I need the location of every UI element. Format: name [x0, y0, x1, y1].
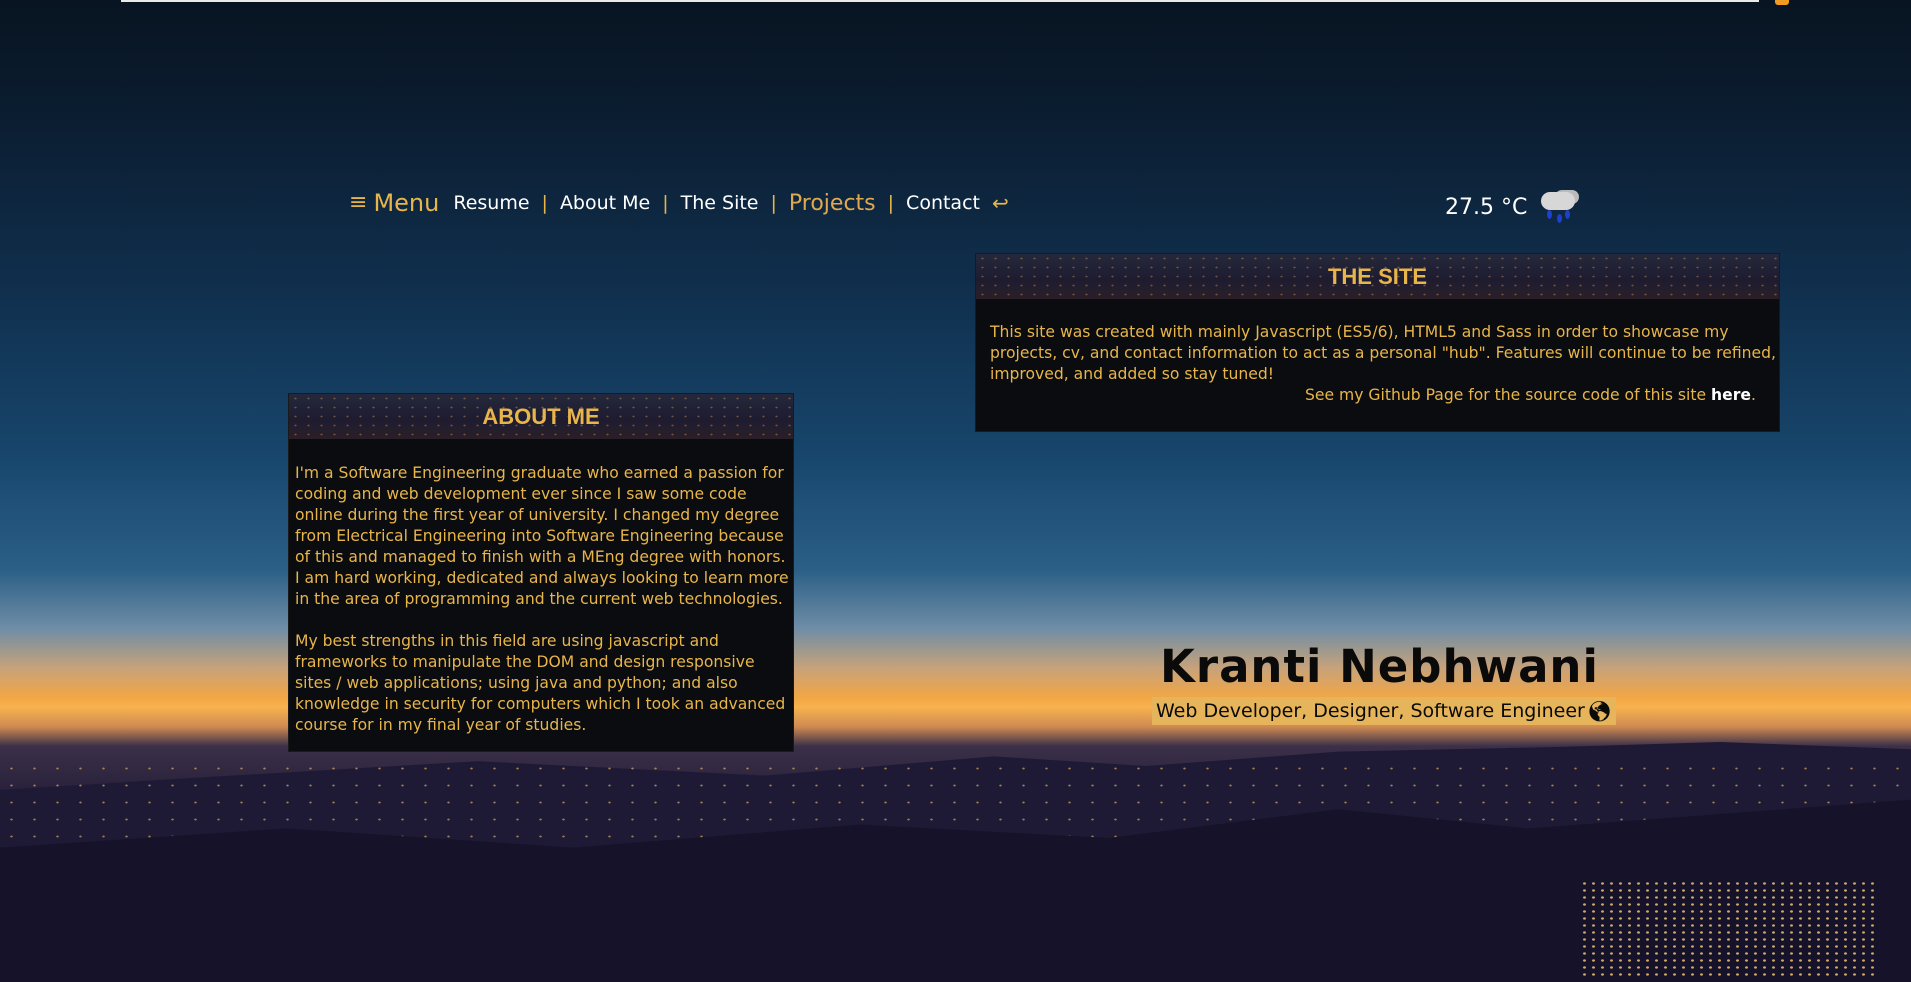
browser-top-bar	[121, 0, 1759, 2]
about-paragraph: My best strengths in this field are usin…	[295, 632, 786, 734]
about-me-header: ABOUT ME	[289, 394, 793, 439]
nav-separator: |	[662, 192, 669, 214]
site-description: This site was created with mainly Javasc…	[990, 323, 1776, 383]
return-arrow-icon[interactable]: ↩	[992, 191, 1009, 215]
github-link[interactable]: here	[1711, 386, 1751, 404]
background-village-lights	[1580, 880, 1880, 980]
nav-separator: |	[770, 192, 777, 214]
weather-temperature: 27.5 °C	[1445, 194, 1528, 220]
about-me-title: ABOUT ME	[482, 403, 600, 429]
nav-link-contact[interactable]: Contact	[906, 192, 980, 214]
about-me-body: I'm a Software Engineering graduate who …	[289, 439, 793, 736]
rss-icon[interactable]	[1775, 0, 1789, 5]
nav-separator: |	[541, 192, 548, 214]
the-site-body: This site was created with mainly Javasc…	[976, 299, 1779, 406]
hero-name: Kranti Nebhwani	[1160, 640, 1599, 693]
github-tail: .	[1751, 386, 1756, 404]
the-site-title: THE SITE	[1327, 263, 1427, 289]
the-site-header: THE SITE	[976, 254, 1779, 299]
nav-link-resume[interactable]: Resume	[453, 192, 529, 214]
github-text: See my Github Page for the source code o…	[1305, 386, 1712, 404]
about-paragraph: I'm a Software Engineering graduate who …	[295, 464, 789, 608]
hero-subtitle-text: Web Developer, Designer, Software Engine…	[1156, 700, 1585, 722]
hamburger-icon[interactable]: ≡	[349, 192, 367, 214]
nav-separator: |	[887, 192, 895, 214]
about-me-panel: ABOUT ME I'm a Software Engineering grad…	[288, 393, 794, 752]
hero-subtitle: Web Developer, Designer, Software Engine…	[1152, 697, 1617, 725]
nav-link-projects[interactable]: Projects	[789, 191, 876, 216]
the-site-panel: THE SITE This site was created with main…	[975, 253, 1780, 432]
weather-widget: 27.5 °C	[1445, 190, 1583, 224]
nav-link-the-site[interactable]: The Site	[681, 192, 759, 214]
main-nav: ≡ Menu Resume | About Me | The Site | Pr…	[349, 186, 1009, 220]
globe-icon[interactable]: 🌎︎	[1587, 699, 1612, 723]
rain-cloud-icon	[1535, 190, 1583, 224]
github-line: See my Github Page for the source code o…	[1305, 385, 1777, 406]
menu-button[interactable]: Menu	[373, 189, 439, 217]
nav-link-about-me[interactable]: About Me	[560, 192, 650, 214]
